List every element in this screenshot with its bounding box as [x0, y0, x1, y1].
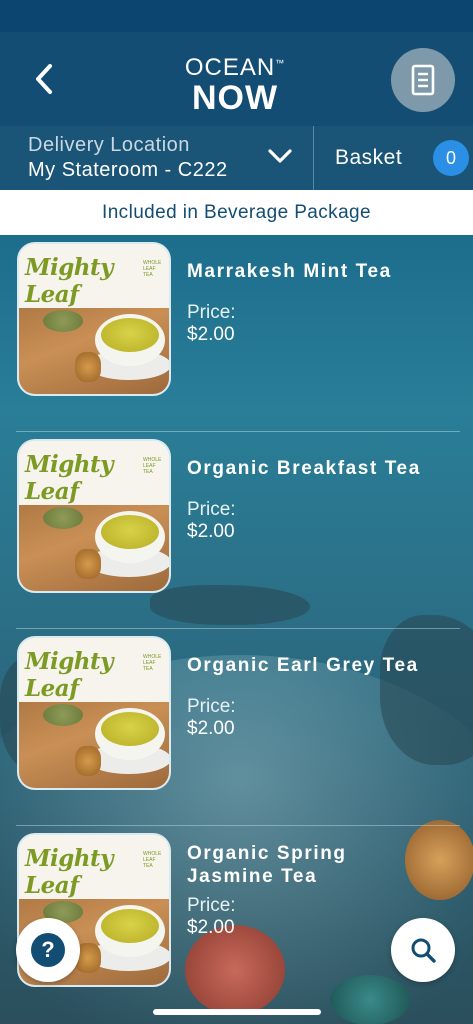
product-image: Mighty Leaf WHOLE LEAF TEA — [17, 636, 171, 790]
menu-item[interactable]: Mighty Leaf WHOLE LEAF TEA Organic Breakf… — [0, 432, 460, 629]
beverage-package-banner: Included in Beverage Package — [0, 190, 473, 235]
help-bubble-icon: ? — [31, 933, 65, 967]
brand-tagline: WHOLE LEAF TEA — [143, 457, 162, 475]
logo-line1: OCEAN — [184, 54, 276, 81]
item-price: $2.00 — [187, 324, 235, 345]
help-label: ? — [41, 937, 55, 962]
item-title: Organic Earl Grey Tea — [187, 655, 419, 676]
search-button[interactable] — [391, 918, 455, 982]
item-title: Organic Breakfast Tea — [187, 458, 421, 479]
basket-count-badge: 0 — [433, 140, 469, 176]
orders-button[interactable] — [391, 48, 455, 112]
item-title: Organic Spring Jasmine Tea — [187, 843, 347, 887]
status-bar — [0, 0, 473, 32]
brand-tagline: WHOLE LEAF TEA — [143, 654, 162, 672]
delivery-location-label: Delivery Location — [28, 134, 190, 156]
delivery-location-value: My Stateroom - C222 — [28, 159, 228, 181]
help-button[interactable]: ? — [16, 918, 80, 982]
search-icon — [411, 938, 436, 963]
chevron-left-icon — [36, 64, 52, 94]
app-header: OCEAN™ NOW — [0, 32, 473, 126]
back-button[interactable] — [26, 60, 62, 98]
item-price: $2.00 — [187, 917, 235, 938]
logo-trademark: ™ — [275, 58, 286, 68]
item-price-label: Price: — [187, 895, 236, 916]
ocean-now-logo: OCEAN™ NOW — [170, 50, 300, 117]
logo-line2: NOW — [191, 79, 279, 117]
menu-item[interactable]: Mighty Leaf WHOLE LEAF TEA Organic Earl G… — [0, 629, 460, 826]
item-price: $2.00 — [187, 718, 235, 739]
receipt-icon — [411, 64, 435, 96]
menu-item[interactable]: Mighty Leaf WHOLE LEAF TEA Organic Spring… — [0, 826, 460, 1023]
product-image: Mighty Leaf WHOLE LEAF TEA — [17, 242, 171, 396]
menu-item[interactable]: Mighty Leaf WHOLE LEAF TEA Marrakesh Mint… — [0, 235, 460, 432]
home-indicator[interactable] — [153, 1009, 321, 1015]
item-price: $2.00 — [187, 521, 235, 542]
brand-tagline: WHOLE LEAF TEA — [143, 260, 162, 278]
delivery-bar: Delivery Location My Stateroom - C222 Ba… — [0, 126, 473, 190]
delivery-location-selector[interactable]: Delivery Location My Stateroom - C222 — [0, 126, 313, 190]
item-price-label: Price: — [187, 499, 236, 520]
basket-label: Basket — [335, 146, 403, 169]
item-price-label: Price: — [187, 302, 236, 323]
chevron-down-icon — [268, 149, 292, 163]
item-title: Marrakesh Mint Tea — [187, 261, 392, 282]
brand-tagline: WHOLE LEAF TEA — [143, 851, 162, 869]
product-image: Mighty Leaf WHOLE LEAF TEA — [17, 439, 171, 593]
basket-button[interactable]: Basket 0 — [314, 126, 473, 190]
item-price-label: Price: — [187, 696, 236, 717]
